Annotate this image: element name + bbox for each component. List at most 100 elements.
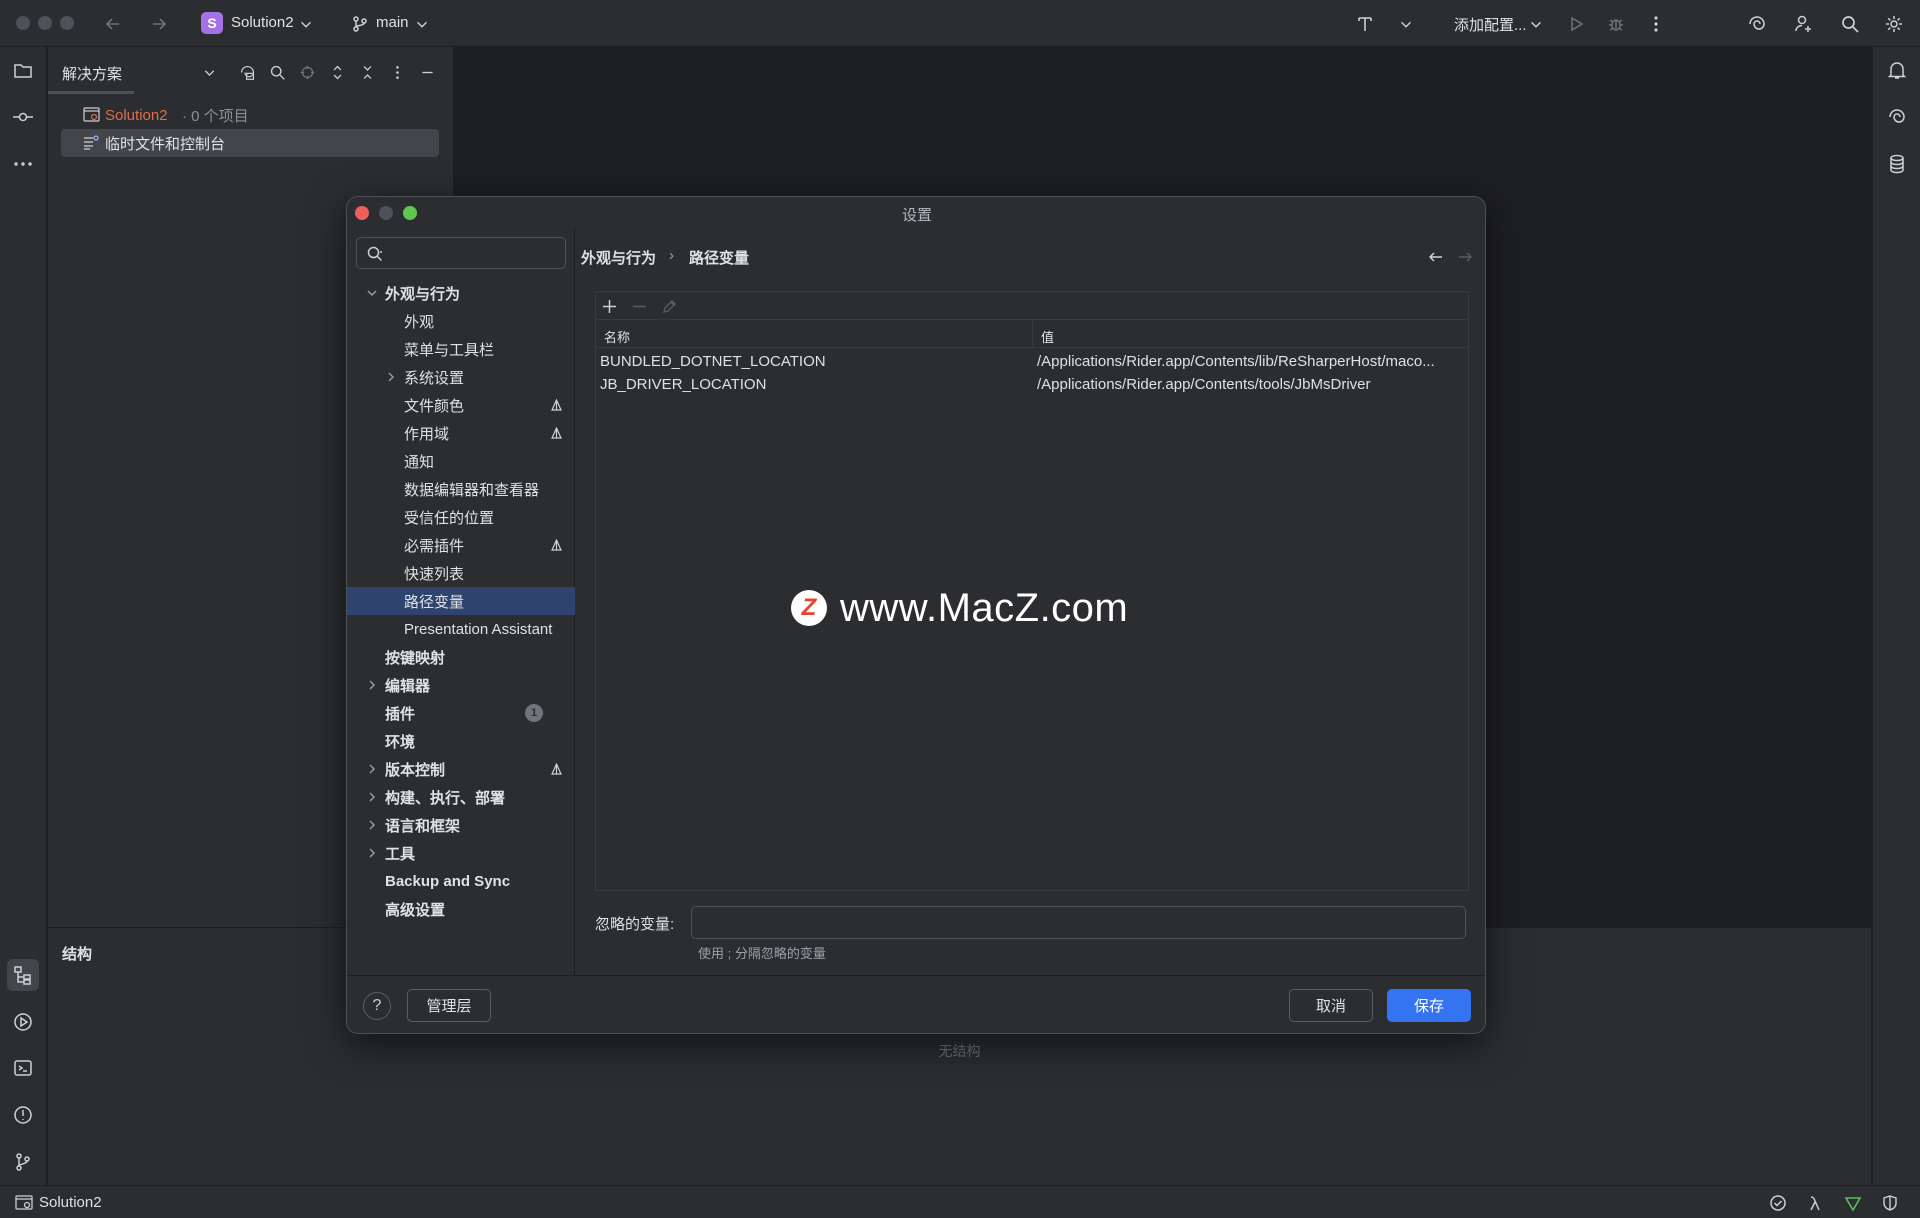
debug-icon[interactable] (1602, 10, 1630, 38)
gear-icon[interactable] (1880, 10, 1908, 38)
check-circle-icon[interactable] (1768, 1193, 1788, 1213)
terminal-icon[interactable] (7, 1052, 39, 1084)
ai-chat-icon[interactable] (1881, 101, 1913, 133)
settings-nav-item[interactable]: 工具 (347, 839, 575, 867)
settings-nav-item[interactable]: 路径变量 (347, 587, 575, 615)
shield-icon[interactable] (1880, 1193, 1900, 1213)
table-row[interactable]: BUNDLED_DOTNET_LOCATION/Applications/Rid… (596, 350, 1468, 373)
remove-icon[interactable] (630, 297, 648, 315)
lambda-icon[interactable] (1806, 1193, 1826, 1213)
settings-nav-item[interactable]: 语言和框架 (347, 811, 575, 839)
text-format-icon[interactable] (1351, 10, 1379, 38)
settings-nav-item[interactable]: 编辑器 (347, 671, 575, 699)
add-user-icon[interactable] (1790, 10, 1818, 38)
column-header-name[interactable]: 名称 (604, 327, 630, 346)
solution-icon[interactable] (236, 61, 258, 83)
column-header-value[interactable]: 值 (1041, 327, 1054, 346)
chevron-down-icon[interactable] (1397, 10, 1415, 38)
add-configuration-button[interactable]: 添加配置... (1454, 14, 1527, 35)
chevron-right-icon[interactable] (365, 678, 379, 692)
settings-nav-item[interactable]: 外观与行为 (347, 279, 575, 307)
solution-icon (83, 107, 100, 122)
settings-nav-item[interactable]: Presentation Assistant (347, 615, 575, 643)
settings-nav-item[interactable]: 文件颜色 (347, 391, 575, 419)
settings-nav-item[interactable]: 环境 (347, 727, 575, 755)
commit-icon[interactable] (7, 101, 39, 133)
chevron-down-icon[interactable] (198, 61, 220, 83)
settings-nav-label: 工具 (385, 845, 416, 863)
run-circle-icon[interactable] (7, 1006, 39, 1038)
ignored-variables-input[interactable] (691, 906, 1466, 939)
settings-nav-item[interactable]: 系统设置 (347, 363, 575, 391)
run-icon[interactable] (1562, 10, 1590, 38)
manage-layers-button[interactable]: 管理层 (407, 989, 491, 1022)
table-row[interactable]: JB_DRIVER_LOCATION/Applications/Rider.ap… (596, 373, 1468, 396)
settings-nav-item[interactable]: 必需插件 (347, 531, 575, 559)
window-minimize-button[interactable] (38, 16, 52, 30)
chevron-right-icon[interactable] (365, 790, 379, 804)
settings-nav-item[interactable]: 受信任的位置 (347, 503, 575, 531)
help-button[interactable]: ? (363, 992, 391, 1020)
settings-nav-item[interactable]: 快速列表 (347, 559, 575, 587)
status-project-name[interactable]: Solution2 (39, 1194, 102, 1211)
cancel-button[interactable]: 取消 (1289, 989, 1373, 1022)
settings-nav-item[interactable]: 外观 (347, 307, 575, 335)
tree-row-scratches[interactable]: 临时文件和控制台 (61, 129, 439, 157)
forward-arrow-icon[interactable] (145, 10, 173, 38)
forward-arrow-icon[interactable] (1453, 245, 1477, 269)
settings-nav-item[interactable]: 插件 1 (347, 699, 575, 727)
more-vertical-icon[interactable] (1642, 10, 1670, 38)
more-vertical-icon[interactable] (386, 61, 408, 83)
chevron-right-icon[interactable] (384, 370, 398, 384)
expand-all-icon[interactable] (326, 61, 348, 83)
tree-row-solution[interactable]: Solution2 · 0 个项目 (61, 101, 411, 129)
window-close-button[interactable] (16, 16, 30, 30)
project-name[interactable]: Solution2 (231, 14, 294, 31)
database-icon[interactable] (1881, 148, 1913, 180)
minimize-icon[interactable] (416, 61, 438, 83)
chevron-down-icon[interactable] (297, 10, 315, 38)
settings-nav-item[interactable]: 版本控制 (347, 755, 575, 783)
save-button[interactable]: 保存 (1387, 989, 1471, 1022)
back-arrow-icon[interactable] (99, 10, 127, 38)
search-icon[interactable] (266, 61, 288, 83)
locate-icon[interactable] (296, 61, 318, 83)
folder-icon[interactable] (7, 54, 39, 86)
ai-assistant-icon[interactable] (1743, 10, 1771, 38)
project-badge[interactable]: S (201, 12, 223, 34)
settings-nav-item[interactable]: 构建、执行、部署 (347, 783, 575, 811)
more-horizontal-icon[interactable] (7, 148, 39, 180)
chevron-down-icon[interactable] (413, 10, 431, 38)
structure-icon[interactable] (7, 959, 39, 991)
settings-nav-item[interactable]: 按键映射 (347, 643, 575, 671)
chevron-right-icon[interactable] (365, 846, 379, 860)
back-arrow-icon[interactable] (1424, 245, 1448, 269)
branch-icon[interactable] (346, 10, 374, 38)
settings-nav-item[interactable]: 高级设置 (347, 895, 575, 923)
chevron-down-icon[interactable] (365, 286, 379, 300)
settings-nav-item[interactable]: 作用域 (347, 419, 575, 447)
settings-nav-item[interactable]: 通知 (347, 447, 575, 475)
chevron-right-icon[interactable] (365, 762, 379, 776)
triangle-status-icon[interactable] (1843, 1193, 1863, 1213)
add-icon[interactable] (600, 297, 618, 315)
problems-icon[interactable] (7, 1099, 39, 1131)
settings-nav-item[interactable]: 菜单与工具栏 (347, 335, 575, 363)
settings-nav-item[interactable]: Backup and Sync (347, 867, 575, 895)
panel-title[interactable]: 解决方案 (62, 63, 122, 84)
search-icon[interactable] (1836, 10, 1864, 38)
chevron-right-icon[interactable] (365, 818, 379, 832)
chevron-down-icon[interactable] (1527, 10, 1545, 38)
edit-pencil-icon[interactable] (660, 297, 678, 315)
bell-icon[interactable] (1881, 54, 1913, 86)
settings-nav-item[interactable]: 数据编辑器和查看器 (347, 475, 575, 503)
column-divider[interactable] (1032, 320, 1033, 348)
dialog-footer: ? 管理层 取消 保存 (347, 975, 1485, 1033)
dialog-titlebar[interactable]: 设置 (347, 197, 1485, 227)
collapse-all-icon[interactable] (356, 61, 378, 83)
branch-name[interactable]: main (376, 14, 409, 31)
window-zoom-button[interactable] (60, 16, 74, 30)
breadcrumb-parent[interactable]: 外观与行为 (581, 247, 656, 268)
settings-search-field[interactable] (356, 237, 566, 269)
git-icon[interactable] (7, 1146, 39, 1178)
